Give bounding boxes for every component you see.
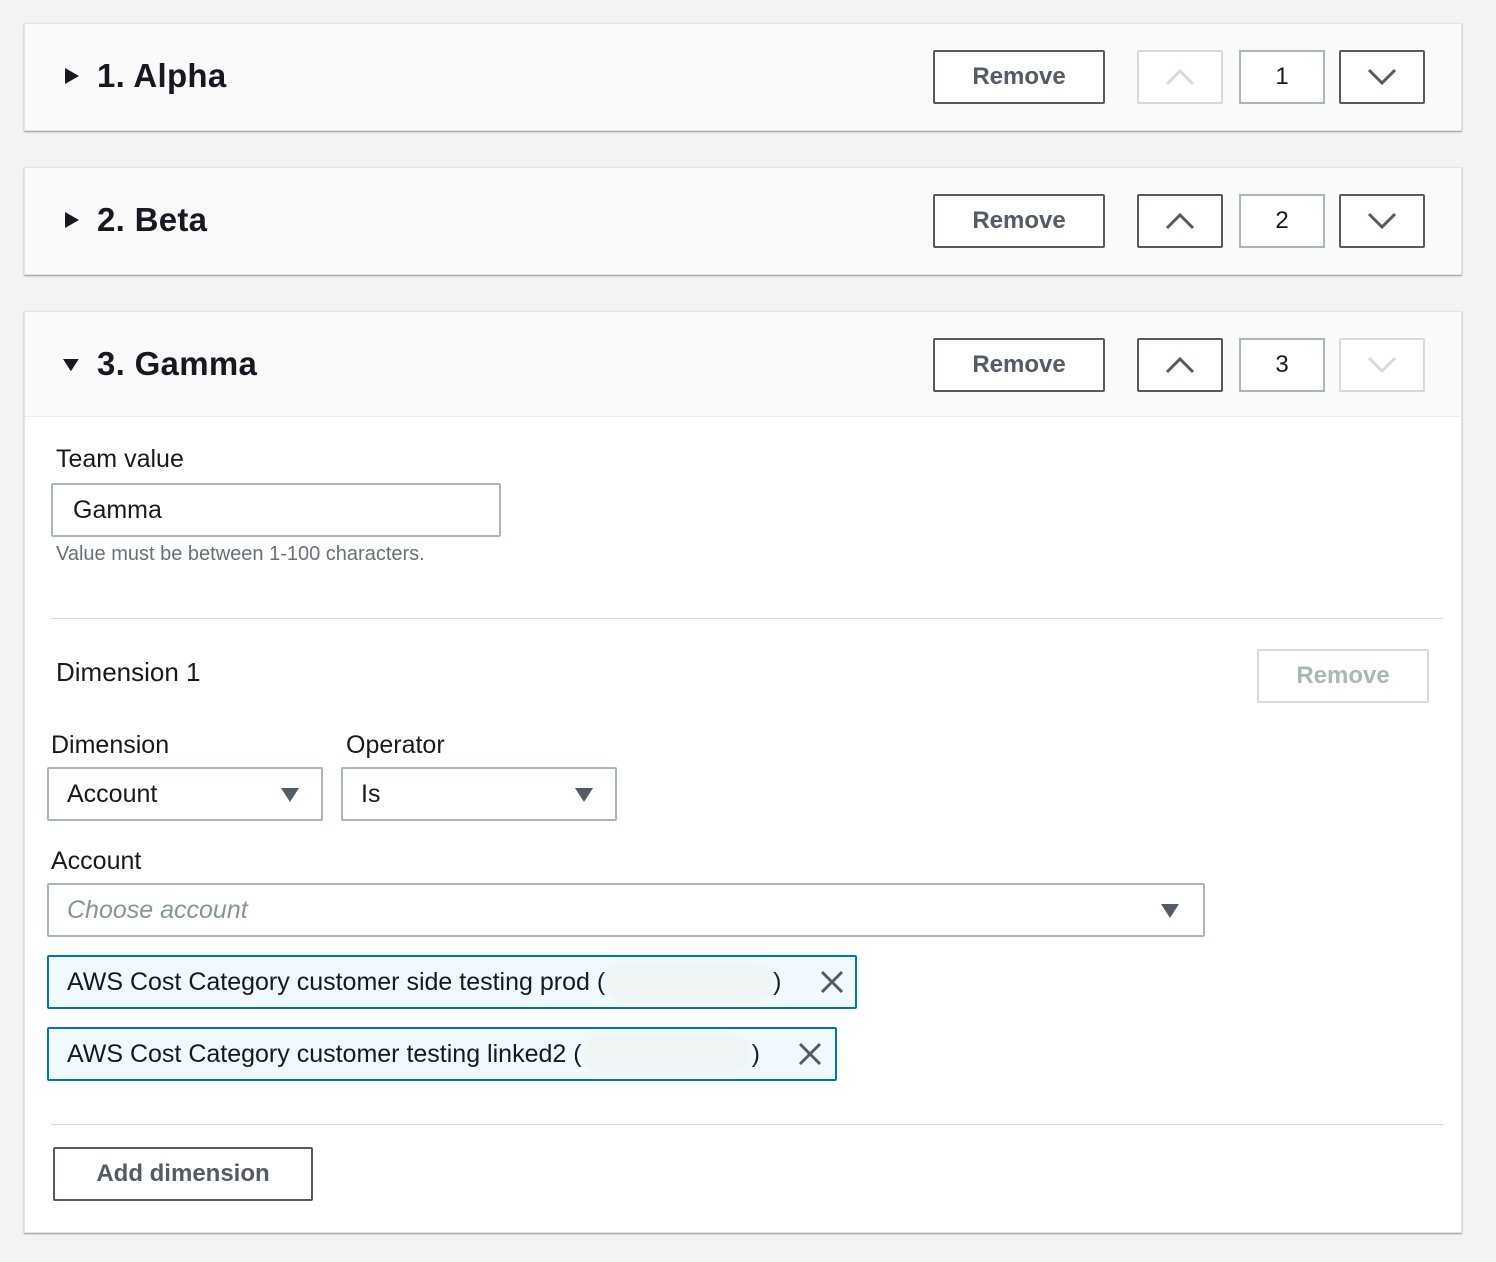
panel-title: 1. Alpha xyxy=(97,57,227,94)
token-suffix: ) xyxy=(751,1039,760,1068)
panel-gamma: 3. Gamma Remove 3 Team value Gamma Value… xyxy=(24,311,1462,1233)
chevron-down-icon xyxy=(1367,212,1397,230)
redacted-account-id xyxy=(581,1034,752,1074)
move-down-button[interactable] xyxy=(1339,50,1425,104)
redacted-account-id xyxy=(605,962,774,1002)
panel-header[interactable]: 3. Gamma Remove 3 xyxy=(25,312,1461,416)
panel-beta: 2. Beta Remove 2 xyxy=(24,167,1462,275)
operator-select[interactable]: Is xyxy=(341,767,617,821)
dropdown-caret-icon xyxy=(1161,904,1179,918)
move-up-button[interactable] xyxy=(1137,338,1223,392)
team-value-hint: Value must be between 1-100 characters. xyxy=(56,543,425,565)
remove-button[interactable]: Remove xyxy=(933,50,1105,104)
dimension-label: Dimension xyxy=(51,731,170,759)
chevron-up-icon xyxy=(1165,212,1195,230)
panel-body: Team value Gamma Value must be between 1… xyxy=(25,416,1461,1232)
token-suffix: ) xyxy=(773,967,782,996)
panel-title: 2. Beta xyxy=(97,201,208,238)
move-up-button[interactable] xyxy=(1137,194,1223,248)
dimension-select[interactable]: Account xyxy=(47,767,323,821)
caret-right-icon[interactable] xyxy=(63,68,79,84)
chevron-up-icon xyxy=(1165,68,1195,86)
team-value-label: Team value xyxy=(56,445,184,473)
operator-label: Operator xyxy=(346,731,445,759)
token-label: AWS Cost Category customer side testing … xyxy=(67,967,606,996)
panel-header[interactable]: 1. Alpha Remove 1 xyxy=(25,24,1461,128)
move-up-button[interactable] xyxy=(1137,50,1223,104)
panel-header[interactable]: 2. Beta Remove 2 xyxy=(25,168,1461,272)
token-label: AWS Cost Category customer testing linke… xyxy=(67,1039,582,1068)
section-divider xyxy=(51,1124,1443,1125)
panel-alpha: 1. Alpha Remove 1 xyxy=(24,23,1462,131)
order-number: 2 xyxy=(1239,194,1325,248)
remove-dimension-button[interactable]: Remove xyxy=(1257,649,1429,703)
order-number: 3 xyxy=(1239,338,1325,392)
dimension-heading: Dimension 1 xyxy=(56,657,201,687)
dropdown-caret-icon xyxy=(575,788,593,802)
close-icon[interactable] xyxy=(819,969,845,995)
section-divider xyxy=(51,618,1443,619)
panel-title: 3. Gamma xyxy=(97,345,258,382)
chevron-up-icon xyxy=(1165,356,1195,374)
chevron-down-icon xyxy=(1367,356,1397,374)
chevron-down-icon xyxy=(1367,68,1397,86)
operator-value: Is xyxy=(361,779,381,808)
order-number: 1 xyxy=(1239,50,1325,104)
dimension-value: Account xyxy=(67,779,158,808)
account-token: AWS Cost Category customer side testing … xyxy=(47,955,857,1009)
move-down-button[interactable] xyxy=(1339,338,1425,392)
caret-down-icon[interactable] xyxy=(61,359,79,373)
team-value-input[interactable]: Gamma xyxy=(51,483,501,537)
dropdown-caret-icon xyxy=(281,788,299,802)
account-token: AWS Cost Category customer testing linke… xyxy=(47,1027,837,1081)
move-down-button[interactable] xyxy=(1339,194,1425,248)
close-icon[interactable] xyxy=(797,1041,823,1067)
remove-button[interactable]: Remove xyxy=(933,338,1105,392)
account-placeholder: Choose account xyxy=(67,895,248,924)
account-select[interactable]: Choose account xyxy=(47,883,1205,937)
remove-button[interactable]: Remove xyxy=(933,194,1105,248)
caret-right-icon[interactable] xyxy=(63,212,79,228)
add-dimension-button[interactable]: Add dimension xyxy=(53,1147,313,1201)
account-label: Account xyxy=(51,847,142,875)
